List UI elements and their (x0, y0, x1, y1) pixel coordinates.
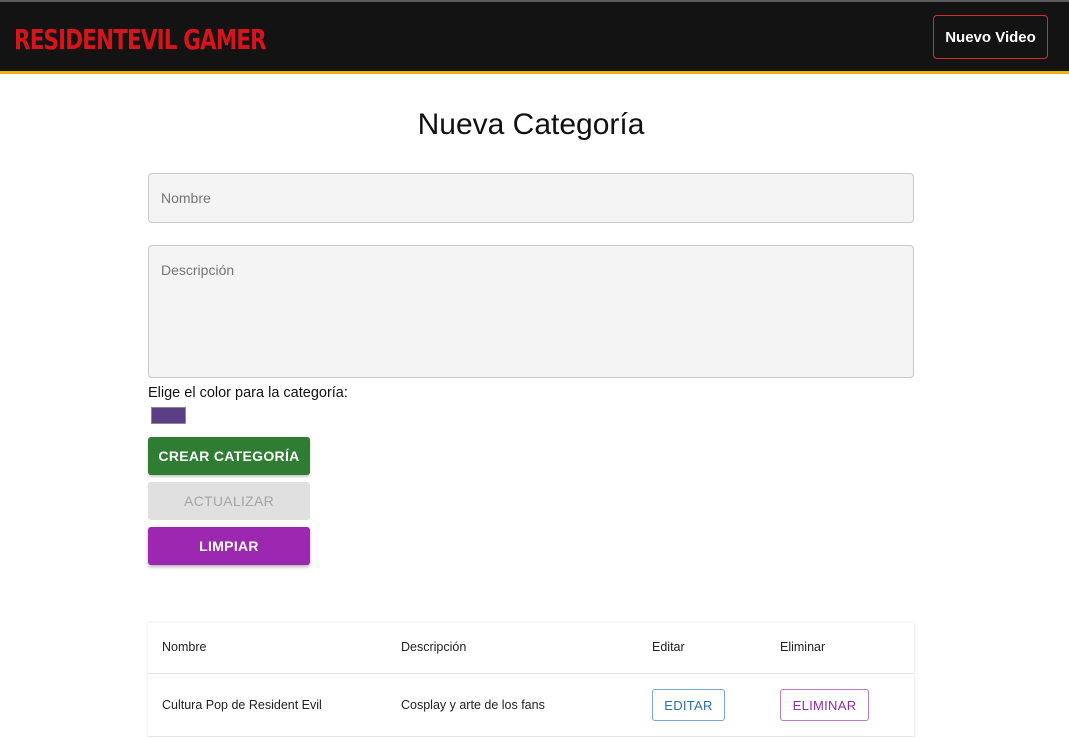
actualizar-button: ACTUALIZAR (148, 482, 310, 520)
color-picker-input[interactable] (151, 407, 186, 424)
descripcion-textarea[interactable] (148, 245, 914, 378)
column-header-nombre: Nombre (162, 640, 207, 654)
column-header-descripcion: Descripción (401, 640, 467, 654)
nombre-input[interactable] (148, 173, 914, 223)
crear-categoria-button[interactable]: CREAR CATEGORÍA (148, 437, 310, 475)
site-logo[interactable]: RESIDENTEVIL GAMER (14, 23, 267, 55)
color-picker-label: Elige el color para la categoría: (148, 385, 348, 401)
column-header-eliminar: Eliminar (780, 640, 826, 654)
column-header-editar: Editar (652, 640, 685, 654)
table-header-row: Nombre Descripción Editar Eliminar (148, 623, 914, 674)
row-descripcion-cell: Cosplay y arte de los fans (401, 698, 545, 712)
categories-table: Nombre Descripción Editar Eliminar Cultu… (148, 623, 914, 739)
eliminar-button[interactable]: ELIMINAR (780, 689, 869, 721)
top-header: RESIDENTEVIL GAMER Nuevo Video (0, 0, 1069, 74)
page-title: Nueva Categoría (417, 108, 645, 141)
nuevo-video-button[interactable]: Nuevo Video (933, 15, 1048, 59)
limpiar-button[interactable]: LIMPIAR (148, 527, 310, 565)
editar-button[interactable]: EDITAR (652, 689, 725, 721)
row-nombre-cell: Cultura Pop de Resident Evil (162, 698, 322, 712)
table-row: Cultura Pop de Resident Evil Cosplay y a… (148, 674, 914, 737)
